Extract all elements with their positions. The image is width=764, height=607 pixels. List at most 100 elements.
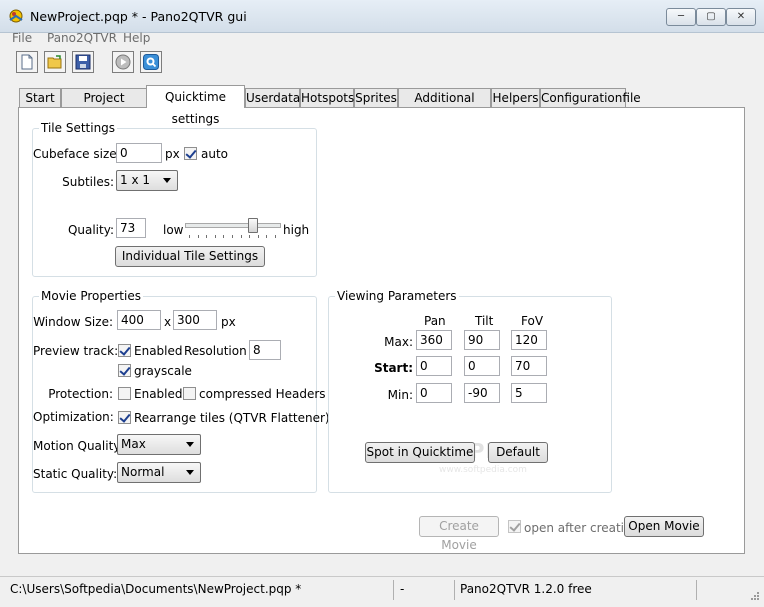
tab-hotspots[interactable]: Hotspots xyxy=(300,88,354,107)
close-icon: ✕ xyxy=(736,11,746,22)
maximize-icon: ▢ xyxy=(706,11,716,22)
status-bar: C:\Users\Softpedia\Documents\NewProject.… xyxy=(0,576,764,607)
quicktime-settings-panel: Tile Settings Cubeface size: 0 px auto S… xyxy=(18,107,745,554)
slider-tick xyxy=(266,235,267,238)
softpedia-watermark-url: www.softpedia.com xyxy=(439,465,527,475)
menu-file[interactable]: File xyxy=(12,31,32,45)
slider-tick xyxy=(189,235,190,238)
start-tilt-input[interactable]: 0 xyxy=(464,356,500,376)
tab-userdata[interactable]: Userdata xyxy=(245,88,300,107)
save-button[interactable] xyxy=(72,51,94,73)
col-fov: FoV xyxy=(521,314,544,328)
tab-helpers[interactable]: Helpers xyxy=(491,88,540,107)
create-movie-button[interactable]: Create Movie xyxy=(419,516,499,552)
slider-tick xyxy=(258,235,259,238)
play-button[interactable] xyxy=(112,51,134,73)
cubeface-label: Cubeface size: xyxy=(33,147,121,161)
max-fov-input[interactable]: 120 xyxy=(511,330,547,350)
quality-high-label: high xyxy=(283,223,310,237)
app-window: NewProject.pqp * - Pano2QTVR gui ─ ▢ ✕ F… xyxy=(0,0,764,607)
min-fov-input[interactable]: 5 xyxy=(511,383,547,403)
compressed-headers-label: compressed Headers xyxy=(199,387,326,401)
preview-enabled-checkbox[interactable] xyxy=(118,344,131,357)
quality-input[interactable]: 73 xyxy=(116,218,146,238)
chevron-down-icon xyxy=(186,442,194,447)
preview-enabled-label: Enabled xyxy=(134,344,183,358)
window-height-input[interactable]: 300 xyxy=(173,310,217,330)
slider-tick xyxy=(206,235,207,238)
window-size-label: Window Size: xyxy=(33,315,113,329)
window-size-x: x xyxy=(164,315,172,329)
new-button[interactable] xyxy=(16,51,38,73)
minimize-icon: ─ xyxy=(677,11,685,22)
window-width-input[interactable]: 400 xyxy=(117,310,161,330)
individual-tile-settings-button[interactable]: Individual Tile Settings xyxy=(115,246,265,267)
close-button[interactable]: ✕ xyxy=(726,8,756,26)
motion-quality-label: Motion Quality: xyxy=(33,439,124,453)
window-size-unit: px xyxy=(221,315,236,329)
status-divider xyxy=(696,580,697,600)
spot-in-quicktime-button[interactable]: Spot in Quicktime xyxy=(365,442,475,463)
max-label: Max: xyxy=(384,335,413,349)
tab-project-settings[interactable]: Project Settings xyxy=(61,88,147,123)
chevron-down-icon xyxy=(163,178,171,183)
tile-settings-title: Tile Settings xyxy=(39,121,118,135)
quality-low-label: low xyxy=(163,223,184,237)
quicktime-button[interactable] xyxy=(140,51,162,73)
movie-properties-group: Movie Properties Window Size: 400 x 300 … xyxy=(32,289,330,493)
tab-configurationfile[interactable]: Configurationfile xyxy=(540,88,641,107)
open-button[interactable] xyxy=(44,51,66,73)
status-middle: - xyxy=(400,582,405,596)
min-pan-input[interactable]: 0 xyxy=(416,383,452,403)
tab-start[interactable]: Start xyxy=(19,88,61,107)
quality-label: Quality: xyxy=(67,223,114,237)
chevron-down-icon xyxy=(186,470,194,475)
rearrange-tiles-checkbox[interactable] xyxy=(118,411,131,424)
slider-thumb[interactable] xyxy=(248,218,258,233)
open-movie-button[interactable]: Open Movie xyxy=(624,516,704,537)
motion-quality-select[interactable]: Max xyxy=(117,434,201,455)
cubeface-input[interactable]: 0 xyxy=(116,143,162,163)
title-bar: NewProject.pqp * - Pano2QTVR gui ─ ▢ ✕ xyxy=(0,0,764,33)
optimization-label: Optimization: xyxy=(33,410,114,424)
default-button[interactable]: Default xyxy=(488,442,548,463)
menu-help[interactable]: Help xyxy=(123,31,150,45)
max-tilt-input[interactable]: 90 xyxy=(464,330,500,350)
static-quality-value: Normal xyxy=(121,465,165,479)
slider-tick xyxy=(215,235,216,238)
minimize-button[interactable]: ─ xyxy=(666,8,696,26)
start-pan-input[interactable]: 0 xyxy=(416,356,452,376)
open-folder-icon xyxy=(47,55,62,69)
open-after-creation-label: open after creation xyxy=(524,521,639,535)
tab-additional-sprites[interactable]: Additional Sprites xyxy=(398,88,491,123)
compressed-headers-checkbox[interactable] xyxy=(183,387,196,400)
max-pan-input[interactable]: 360 xyxy=(416,330,452,350)
new-file-icon xyxy=(21,54,33,70)
slider-tick xyxy=(223,235,224,238)
start-fov-input[interactable]: 70 xyxy=(511,356,547,376)
menu-pano2qtvr[interactable]: Pano2QTVR xyxy=(47,31,117,45)
resize-grip-icon[interactable] xyxy=(748,591,760,603)
static-quality-select[interactable]: Normal xyxy=(117,462,201,483)
subtiles-value: 1 x 1 xyxy=(120,173,150,187)
tab-quicktime-settings[interactable]: Quicktime settings xyxy=(146,85,245,126)
save-icon xyxy=(75,54,91,70)
grayscale-checkbox[interactable] xyxy=(118,364,131,377)
subtiles-select[interactable]: 1 x 1 xyxy=(116,170,178,191)
protection-enabled-checkbox[interactable] xyxy=(118,387,131,400)
cubeface-unit: px xyxy=(165,147,180,161)
open-after-creation-checkbox[interactable] xyxy=(508,520,521,533)
subtiles-label: Subtiles: xyxy=(62,175,114,189)
tab-sprites[interactable]: Sprites xyxy=(354,88,398,107)
resolution-input[interactable]: 8 xyxy=(249,340,281,360)
min-tilt-input[interactable]: -90 xyxy=(464,383,500,403)
grayscale-label: grayscale xyxy=(134,364,192,378)
min-label: Min: xyxy=(387,388,413,402)
quality-slider[interactable] xyxy=(185,217,281,241)
movie-properties-title: Movie Properties xyxy=(39,289,143,303)
auto-checkbox[interactable] xyxy=(184,147,197,160)
maximize-button[interactable]: ▢ xyxy=(696,8,726,26)
auto-label: auto xyxy=(201,147,229,161)
col-tilt: Tilt xyxy=(475,314,494,328)
protection-enabled-label: Enabled xyxy=(134,387,183,401)
